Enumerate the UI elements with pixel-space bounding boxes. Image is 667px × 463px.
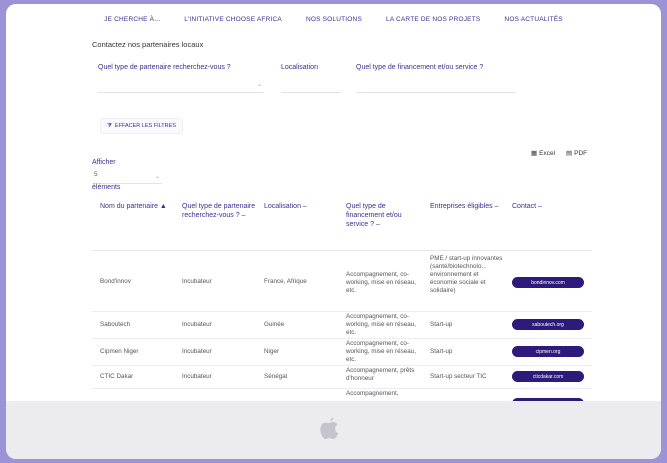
length-suffix: éléments: [92, 184, 121, 191]
clear-filters-button[interactable]: ⧩ EFFACER LES FILTRES: [100, 118, 183, 134]
excel-label: Excel: [539, 149, 556, 157]
cell-location: Niger: [264, 348, 280, 355]
filter-type-label: Quel type de partenaire recherchez-vous …: [98, 64, 231, 71]
contact-button[interactable]: saboutech.org: [512, 319, 584, 330]
filter-service-select[interactable]: [356, 78, 516, 93]
intro-text: Contactez nos partenaires locaux: [92, 40, 204, 49]
nav-item-solutions[interactable]: NOS SOLUTIONS: [306, 16, 362, 23]
pdf-icon: ▤: [566, 150, 573, 157]
device-frame: JE CHERCHE À... L'INITIATIVE CHOOSE AFRI…: [6, 4, 661, 459]
cell-location: France, Afrique: [264, 278, 307, 285]
cell-service: Accompagnement, co-working, mise en rése…: [346, 340, 416, 363]
length-label: Afficher: [92, 159, 116, 166]
cell-type: Incubateur: [182, 278, 212, 285]
pdf-label: PDF: [574, 149, 588, 157]
cell-eligible: PME / start-up innovantes (santé/biotech…: [430, 255, 503, 294]
cell-name: Bond'innov: [100, 278, 131, 285]
clear-filters-label: EFFACER LES FILTRES: [114, 123, 176, 129]
page-length-value: 5: [94, 171, 98, 178]
cell-location: Sénégal: [264, 373, 288, 380]
table-row: Bond'innov Incubateur France, Afrique Ac…: [92, 251, 592, 312]
excel-icon: ▦: [531, 150, 538, 157]
filter-icon: ⧩: [107, 122, 112, 129]
col-name-header[interactable]: Nom du partenaire ▲: [100, 202, 172, 211]
nav-item-je-cherche[interactable]: JE CHERCHE À...: [104, 16, 160, 23]
cell-service: Accompagnement, co-working, mise en rése…: [346, 313, 416, 336]
cell-type: Incubateur: [182, 348, 212, 355]
cell-type: Incubateur: [182, 321, 212, 328]
page-length-select[interactable]: 5 ⌄: [92, 169, 162, 184]
nav-item-actualites[interactable]: NOS ACTUALITÉS: [504, 16, 562, 23]
table-header: Nom du partenaire ▲ Quel type de partena…: [92, 196, 592, 251]
col-location-header[interactable]: Localisation –: [264, 202, 334, 211]
cell-service: Accompagnement,: [346, 390, 399, 397]
nav-item-initiative[interactable]: L'INITIATIVE CHOOSE AFRICA: [184, 16, 282, 23]
filter-type-select[interactable]: ⌄: [98, 78, 264, 93]
col-eligible-header[interactable]: Entreprises éligibles –: [430, 202, 504, 211]
table-row: Cipmen Niger Incubateur Niger Accompagne…: [92, 339, 592, 366]
table-row: Accompagnement,: [92, 389, 592, 401]
filter-location-label: Localisation: [281, 64, 318, 71]
table-row: CTIC Dakar Incubateur Sénégal Accompagne…: [92, 366, 592, 389]
cell-location: Guinée: [264, 321, 285, 328]
contact-button[interactable]: bondinnov.com: [512, 277, 584, 288]
cell-type: Incubateur: [182, 373, 212, 380]
cell-eligible: Start-up: [430, 348, 453, 355]
chevron-down-icon: ⌄: [154, 174, 160, 180]
table-row: Saboutech Incubateur Guinée Accompagneme…: [92, 312, 592, 339]
contact-button[interactable]: cipmen.org: [512, 346, 584, 357]
apple-logo-icon: [320, 417, 339, 439]
cell-name: Saboutech: [100, 321, 131, 328]
nav-item-carte[interactable]: LA CARTE DE NOS PROJETS: [386, 16, 480, 23]
filter-location-select[interactable]: [281, 78, 341, 93]
col-service-header[interactable]: Quel type de financement et/ou service ?…: [346, 202, 418, 229]
excel-export-button[interactable]: ▦ Excel: [531, 149, 556, 158]
cell-eligible: Start-up: [430, 321, 453, 328]
col-contact-header[interactable]: Contact –: [512, 202, 582, 211]
cell-name: CTIC Dakar: [100, 373, 134, 380]
cell-name: Cipmen Niger: [100, 348, 139, 355]
contact-button[interactable]: cticdakar.com: [512, 371, 584, 382]
cell-service: Accompagnement, co-working, mise en rése…: [346, 271, 416, 294]
chevron-down-icon: ⌄: [256, 82, 262, 88]
top-nav: JE CHERCHE À... L'INITIATIVE CHOOSE AFRI…: [6, 4, 661, 34]
screen: JE CHERCHE À... L'INITIATIVE CHOOSE AFRI…: [6, 4, 661, 401]
cell-eligible: Start-up secteur TIC: [430, 373, 487, 380]
col-type-header[interactable]: Quel type de partenaire recherchez-vous …: [182, 202, 258, 220]
pdf-export-button[interactable]: ▤ PDF: [566, 149, 588, 158]
filter-service-label: Quel type de financement et/ou service ?: [356, 64, 484, 71]
partners-table: Nom du partenaire ▲ Quel type de partena…: [92, 196, 592, 401]
cell-service: Accompagnement, prêts d'honneur: [346, 367, 415, 382]
